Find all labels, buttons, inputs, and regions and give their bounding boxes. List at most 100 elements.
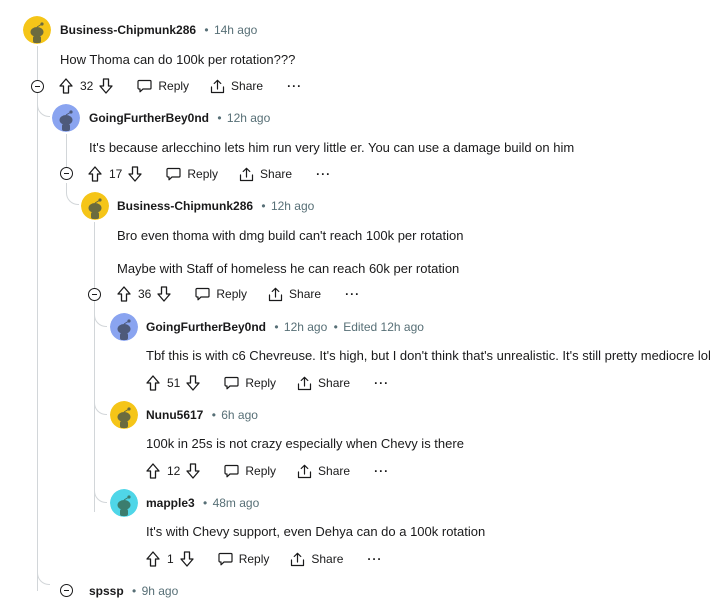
downvote-icon[interactable] [157,286,172,302]
comment-actions: 36 Reply Share ··· [117,282,360,306]
comment-time[interactable]: 9h ago [142,584,179,598]
upvote-icon[interactable] [117,286,131,302]
snoo-avatar-icon [23,16,51,44]
share-label: Share [318,376,351,390]
share-button[interactable]: Share [290,552,343,567]
avatar[interactable] [110,401,138,429]
reply-icon [137,79,152,93]
vote-score: 1 [167,552,174,566]
downvote-icon[interactable] [186,463,201,479]
thread-elbow [94,392,107,415]
collapse-thread-button[interactable] [31,80,44,93]
downvote-icon[interactable] [128,166,143,182]
vote-score: 32 [80,79,94,93]
meta-separator: • [132,584,137,598]
share-button[interactable]: Share [297,376,350,391]
comment-meta: mapple3 • 48m ago [146,495,259,511]
reply-label: Reply [216,287,248,301]
downvote-icon[interactable] [99,78,114,94]
reply-button[interactable]: Reply [224,464,276,478]
comment-body: It's with Chevy support, even Dehya can … [146,524,486,539]
comment-author[interactable]: mapple3 [146,496,195,510]
more-options-button[interactable]: ··· [367,553,382,565]
upvote-icon[interactable] [59,78,73,94]
reply-button[interactable]: Reply [166,167,218,181]
comment-time[interactable]: 6h ago [221,408,258,422]
thread-elbow [94,480,107,503]
comment-meta: GoingFurtherBey0nd • 12h ago [89,110,270,126]
share-button[interactable]: Share [210,79,263,94]
vote-group: 17 [88,166,143,182]
downvote-icon[interactable] [180,551,194,567]
comment-author[interactable]: GoingFurtherBey0nd [146,320,266,334]
comment-actions: 17 Reply Share ··· [88,162,331,186]
reply-icon [218,552,233,566]
avatar[interactable] [52,104,80,132]
reply-button[interactable]: Reply [137,79,189,93]
comment-time[interactable]: 14h ago [214,23,257,37]
snoo-avatar-icon [52,104,80,132]
share-button[interactable]: Share [297,464,350,479]
reply-icon [166,167,181,181]
meta-separator: • [211,408,216,422]
reply-label: Reply [245,464,277,478]
vote-group: 1 [146,551,194,567]
reply-label: Reply [238,552,270,566]
share-label: Share [289,287,322,301]
more-options-button[interactable]: ··· [287,80,302,92]
edited-label: Edited 12h ago [343,320,424,334]
upvote-icon[interactable] [146,375,160,391]
reply-icon [224,376,239,390]
reply-button[interactable]: Reply [218,552,270,566]
upvote-icon[interactable] [146,463,160,479]
upvote-icon[interactable] [146,551,160,567]
share-button[interactable]: Share [239,167,292,182]
comment-time[interactable]: 12h ago [271,199,314,213]
share-icon [210,79,225,93]
comment-author[interactable]: Business-Chipmunk286 [117,199,253,213]
avatar[interactable] [81,192,109,220]
reply-button[interactable]: Reply [224,376,276,390]
more-options-button[interactable]: ··· [345,288,360,300]
vote-score: 36 [138,287,152,301]
comment-meta: Nunu5617 • 6h ago [146,407,258,423]
share-button[interactable]: Share [268,287,321,302]
meta-separator: • [333,320,338,334]
avatar[interactable] [110,313,138,341]
comment-time[interactable]: 48m ago [213,496,260,510]
snoo-avatar-icon [110,401,138,429]
collapse-thread-button[interactable] [88,288,101,301]
comment-meta: Business-Chipmunk286 • 12h ago [117,198,314,214]
downvote-icon[interactable] [186,375,201,391]
comment-time[interactable]: 12h ago [284,320,327,334]
vote-score: 17 [109,167,123,181]
vote-score: 51 [167,376,181,390]
share-icon [268,287,283,301]
comment-author[interactable]: Nunu5617 [146,408,203,422]
reply-button[interactable]: Reply [195,287,247,301]
comment-actions: 12 Reply Share ··· [146,459,389,483]
comment-meta: GoingFurtherBey0nd • 12h ago • Edited 12… [146,319,424,335]
meta-separator: • [204,23,209,37]
snoo-avatar-icon [110,489,138,517]
snoo-avatar-icon [81,192,109,220]
thread-elbow [37,572,50,585]
comment-author[interactable]: spssp [89,584,124,598]
vote-group: 32 [59,78,114,94]
more-options-button[interactable]: ··· [374,377,389,389]
more-options-button[interactable]: ··· [374,465,389,477]
collapse-thread-button[interactable] [60,167,73,180]
share-label: Share [260,167,293,181]
comment-time[interactable]: 12h ago [227,111,270,125]
comment-author[interactable]: Business-Chipmunk286 [60,23,196,37]
meta-separator: • [203,496,208,510]
thread-line-level-2 [94,222,95,512]
reply-label: Reply [245,376,277,390]
comment-body: 100k in 25s is not crazy especially when… [146,436,464,451]
upvote-icon[interactable] [88,166,102,182]
avatar[interactable] [23,16,51,44]
avatar[interactable] [110,489,138,517]
snoo-avatar-icon [110,313,138,341]
more-options-button[interactable]: ··· [316,168,331,180]
comment-author[interactable]: GoingFurtherBey0nd [89,111,209,125]
